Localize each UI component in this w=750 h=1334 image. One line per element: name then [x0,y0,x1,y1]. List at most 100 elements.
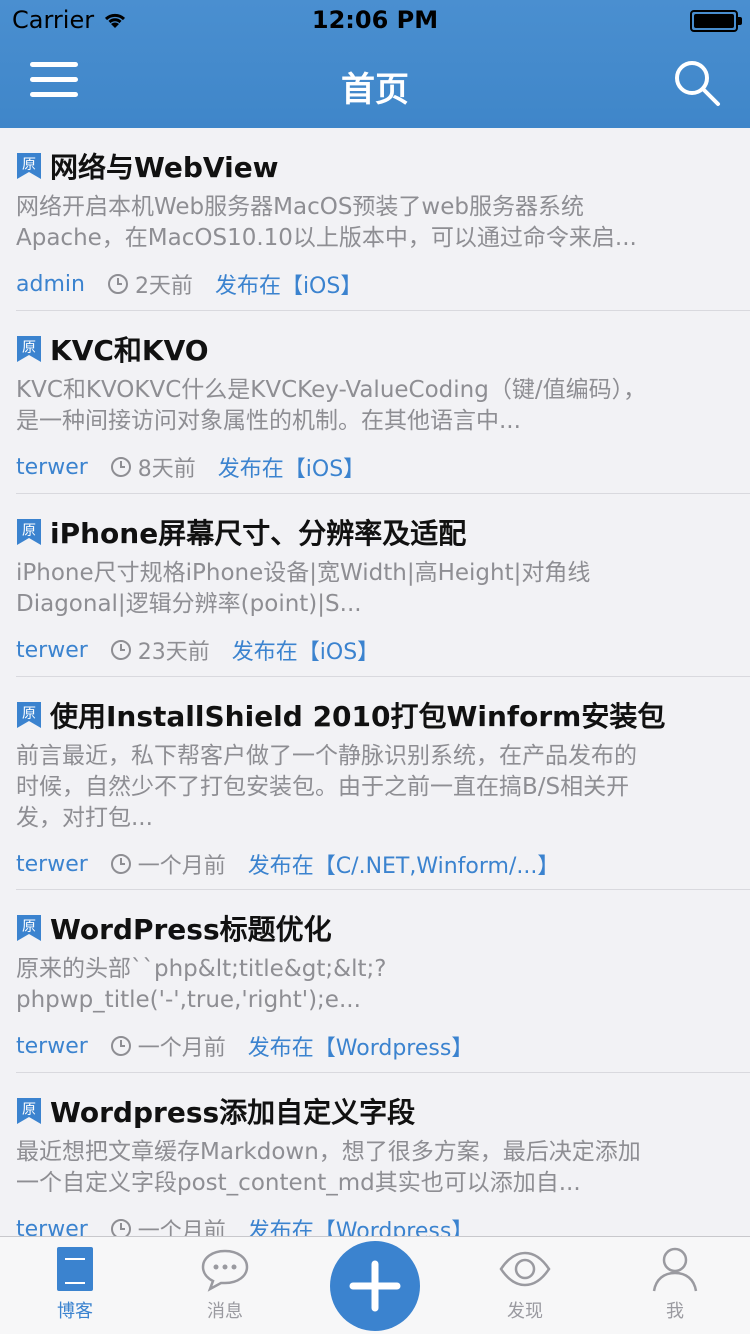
article-summary-line: 一个自定义字段post_content_md其实也可以添加自... [16,1170,581,1196]
battery-icon [690,10,742,32]
article-author[interactable]: terwer [16,638,88,663]
article-age: 2天前 [134,274,193,299]
article-summary-line: KVC和KVOKVC什么是KVCKey-ValueCoding（键/值编码）， [16,377,647,403]
article-category[interactable]: 发布在【iOS】 [218,451,365,483]
clock-icon [110,854,131,874]
original-tag-icon: 原 [17,336,41,362]
clock-icon [107,274,128,294]
article-category[interactable]: 发布在【iOS】 [215,268,362,300]
article-summary: iPhone尺寸规格iPhone设备|宽Width|高Height|对角线 Dia… [16,558,734,620]
article-category[interactable]: 发布在【Wordpress】 [248,1030,474,1062]
article-item[interactable]: 原使用InstallShield 2010打包Winform安装包前言最近，私下… [0,677,750,890]
svg-text:原: 原 [22,340,36,356]
article-author[interactable]: admin [16,272,85,297]
article-category[interactable]: 发布在【iOS】 [232,634,379,666]
article-summary-line: 原来的头部``php&lt;title&gt;&lt;? [16,956,387,982]
article-author[interactable]: terwer [16,455,88,480]
article-summary: 前言最近，私下帮客户做了一个静脉识别系统，在产品发布的 时候，自然少不了打包安装包… [16,741,734,834]
tab-messages[interactable]: 消息 [175,1245,275,1323]
chat-bubble-icon [201,1249,249,1292]
article-category[interactable]: 发布在【Wordpress】 [248,1213,474,1236]
tab-me[interactable]: 我 [625,1245,725,1323]
article-title-row: 原 KVC和KVO [16,329,734,369]
original-tag-icon: 原 [17,519,41,545]
eye-icon [499,1251,551,1287]
article-summary-line: iPhone尺寸规格iPhone设备|宽Width|高Height|对角线 [16,560,591,586]
article-item[interactable]: 原 KVC和KVO KVC和KVOKVC什么是KVCKey-ValueCoding（… [0,311,750,494]
svg-text:原: 原 [22,523,36,539]
article-meta: admin 2天前 发布在【iOS】 [16,268,734,300]
document-icon [57,1247,93,1291]
article-meta: terwer 23天前 发布在【iOS】 [16,634,734,666]
article-summary-line: 网络开启本机Web服务器MacOS预装了web服务器系统 [16,194,584,220]
article-summary-line: 时候，自然少不了打包安装包。由于之前一直在搞B/S相关开 [16,774,630,800]
article-summary: 最近想把文章缓存Markdown，想了很多方案，最后决定添加 一个自定义字段pos… [16,1137,734,1199]
article-title: WordPress标题优化 [50,913,332,946]
article-summary-line: 发，对打包... [16,805,153,831]
original-tag-icon: 原 [17,153,41,179]
article-title: 网络与WebView [50,151,279,184]
article-summary: KVC和KVOKVC什么是KVCKey-ValueCoding（键/值编码）， 是… [16,375,734,437]
article-summary-line: 前言最近，私下帮客户做了一个静脉识别系统，在产品发布的 [16,743,637,769]
article-title-row: 原 iPhone屏幕尺寸、分辨率及适配 [16,512,734,552]
original-tag-icon: 原 [17,702,41,728]
search-icon[interactable] [672,58,722,108]
clock-icon [110,640,131,660]
person-icon [652,1247,698,1292]
article-title: iPhone屏幕尺寸、分辨率及适配 [50,517,467,550]
article-title: Wordpress添加自定义字段 [50,1096,416,1129]
clock-icon [110,457,131,477]
article-author[interactable]: terwer [16,1034,88,1059]
status-bar: Carrier 12:06 PM [0,0,750,40]
article-author[interactable]: terwer [16,1217,88,1237]
plus-icon [349,1260,401,1312]
article-list[interactable]: 原网络与WebView 网络开启本机Web服务器MacOS预装了web服务器系统 A… [0,128,750,1236]
article-meta: terwer 一个月前 发布在【Wordpress】 [16,1213,734,1236]
article-summary-line: Diagonal|逻辑分辨率(point)|S... [16,591,362,617]
article-title-row: 原 Wordpress添加自定义字段 [16,1091,734,1131]
status-time: 12:06 PM [311,6,439,34]
article-meta: terwer 一个月前 发布在【C/.NET,Winform/...】 [16,848,734,880]
clock-icon [110,1036,131,1056]
article-age: 23天前 [137,640,210,665]
article-summary-line: Apache，在MacOS10.10以上版本中，可以通过命令来启... [16,225,637,251]
article-author[interactable]: terwer [16,852,88,877]
tab-bar: 博客 消息 发现 我 [0,1236,750,1334]
svg-text:原: 原 [22,1102,36,1118]
article-age: 8天前 [137,457,196,482]
article-item[interactable]: 原 Wordpress添加自定义字段最近想把文章缓存Markdown，想了很多方案… [0,1073,750,1236]
svg-text:原: 原 [22,706,36,722]
article-meta: terwer 一个月前 发布在【Wordpress】 [16,1030,734,1062]
page-title: 首页 [341,70,409,110]
article-age: 一个月前 [137,854,226,879]
svg-text:原: 原 [22,157,36,173]
article-title: KVC和KVO [50,334,209,367]
article-title-row: 原网络与WebView [16,146,734,186]
article-summary-line: phpwp_title('-',true,'right');e... [16,987,361,1013]
article-age: 一个月前 [137,1036,226,1061]
nav-bar: 首页 [0,40,750,128]
article-title: 使用InstallShield 2010打包Winform安装包 [50,700,666,733]
article-summary-line: 最近想把文章缓存Markdown，想了很多方案，最后决定添加 [16,1139,641,1165]
original-tag-icon: 原 [17,1098,41,1124]
article-summary-line: 是一种间接访问对象属性的机制。在其他语言中... [16,408,521,434]
original-tag-icon: 原 [17,915,41,941]
tab-discover[interactable]: 发现 [475,1245,575,1323]
tab-discover-label: 发现 [507,1301,543,1322]
clock-icon [110,1219,131,1236]
tab-blog[interactable]: 博客 [25,1245,125,1323]
article-meta: terwer 8天前 发布在【iOS】 [16,451,734,483]
article-summary: 原来的头部``php&lt;title&gt;&lt;? phpwp_title(… [16,954,734,1016]
article-item[interactable]: 原 WordPress标题优化原来的头部``php&lt;title&gt;&lt… [0,890,750,1073]
tab-messages-label: 消息 [207,1301,243,1322]
article-title-row: 原使用InstallShield 2010打包Winform安装包 [16,695,734,735]
tab-blog-label: 博客 [57,1301,93,1322]
article-age: 一个月前 [137,1219,226,1236]
add-button[interactable] [330,1241,420,1331]
tab-me-label: 我 [666,1301,684,1322]
article-title-row: 原 WordPress标题优化 [16,908,734,948]
article-item[interactable]: 原网络与WebView 网络开启本机Web服务器MacOS预装了web服务器系统 A… [0,128,750,311]
article-category[interactable]: 发布在【C/.NET,Winform/...】 [248,848,560,880]
header: Carrier 12:06 PM 首页 [0,0,750,128]
article-item[interactable]: 原 iPhone屏幕尺寸、分辨率及适配 iPhone尺寸规格iPhone设备|宽Wi… [0,494,750,677]
